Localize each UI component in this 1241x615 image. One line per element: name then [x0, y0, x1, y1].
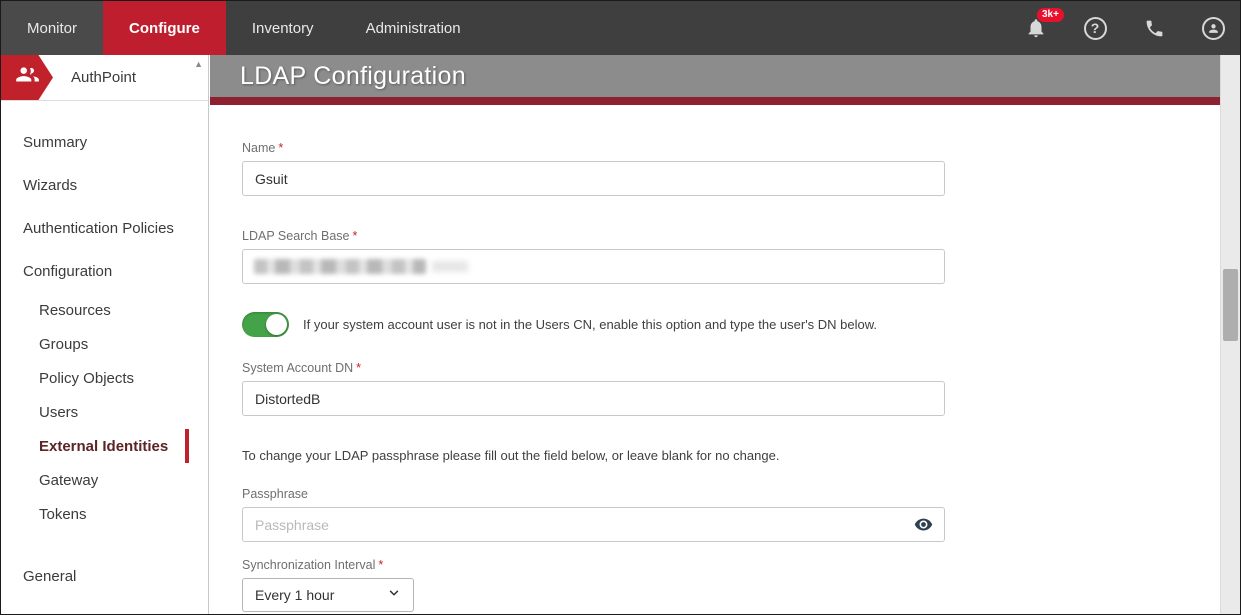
- nav-item-monitor[interactable]: Monitor: [1, 1, 103, 55]
- main-content: LDAP Configuration Name* LDAP Search Bas…: [210, 55, 1220, 614]
- system-account-dn-label: System Account DN*: [242, 361, 1220, 375]
- passphrase-note: To change your LDAP passphrase please fi…: [242, 448, 1220, 463]
- search-base-input[interactable]: [242, 249, 945, 284]
- sidebar-item-configuration[interactable]: Configuration: [1, 250, 208, 293]
- people-icon: [14, 62, 40, 93]
- chevron-down-icon: [387, 586, 401, 605]
- help-button[interactable]: ?: [1082, 15, 1108, 41]
- nav-item-inventory[interactable]: Inventory: [226, 1, 340, 55]
- help-icon: ?: [1084, 17, 1107, 40]
- show-passphrase-button[interactable]: [914, 515, 933, 539]
- passphrase-label-text: Passphrase: [242, 487, 308, 501]
- search-base-field-block: LDAP Search Base*: [242, 229, 1220, 284]
- sidebar-item-users[interactable]: Users: [1, 395, 208, 429]
- phone-icon: [1144, 18, 1165, 39]
- sidebar-item-policy-objects[interactable]: Policy Objects: [1, 361, 208, 395]
- name-field-block: Name*: [242, 141, 1220, 196]
- account-button[interactable]: [1200, 15, 1226, 41]
- required-marker: *: [278, 141, 283, 155]
- sidebar: AuthPoint ▲ Summary Wizards Authenticati…: [1, 55, 209, 614]
- eye-icon: [914, 521, 933, 538]
- toggle-description: If your system account user is not in th…: [303, 317, 877, 332]
- ldap-form: Name* LDAP Search Base* If your syst: [210, 105, 1220, 612]
- top-nav: Monitor Configure Inventory Administrati…: [1, 1, 1240, 55]
- header-accent-strip: [210, 97, 1220, 105]
- passphrase-input[interactable]: [242, 507, 945, 542]
- sync-interval-value: Every 1 hour: [255, 587, 334, 603]
- app-window: Monitor Configure Inventory Administrati…: [0, 0, 1241, 615]
- sync-interval-label-text: Synchronization Interval: [242, 558, 375, 572]
- sidebar-item-tokens[interactable]: Tokens: [1, 497, 208, 531]
- system-account-dn-field-block: System Account DN*: [242, 361, 1220, 416]
- sidebar-item-authentication-policies[interactable]: Authentication Policies: [1, 207, 208, 250]
- passphrase-label: Passphrase: [242, 487, 1220, 501]
- sidebar-nav: Summary Wizards Authentication Policies …: [1, 101, 208, 598]
- contact-button[interactable]: [1141, 15, 1167, 41]
- sidebar-item-resources[interactable]: Resources: [1, 293, 208, 327]
- nav-item-configure[interactable]: Configure: [103, 1, 226, 55]
- nav-icon-group: 3k+ ?: [1023, 1, 1226, 55]
- sidebar-brand: AuthPoint ▲: [1, 55, 208, 101]
- notifications-button[interactable]: 3k+: [1023, 15, 1049, 41]
- nav-item-administration[interactable]: Administration: [340, 1, 487, 55]
- system-account-dn-input[interactable]: [242, 381, 945, 416]
- scrollbar-thumb[interactable]: [1223, 269, 1238, 341]
- passphrase-field-block: Passphrase: [242, 487, 1220, 542]
- sidebar-item-gateway[interactable]: Gateway: [1, 463, 208, 497]
- sync-interval-field-block: Synchronization Interval* Every 1 hour: [242, 558, 1220, 612]
- sidebar-item-groups[interactable]: Groups: [1, 327, 208, 361]
- search-base-label-text: LDAP Search Base: [242, 229, 349, 243]
- toggle-knob: [266, 314, 287, 335]
- page-title: LDAP Configuration: [240, 62, 466, 91]
- authpoint-logo: [1, 55, 53, 100]
- notification-badge: 3k+: [1037, 8, 1064, 22]
- brand-name: AuthPoint: [71, 69, 136, 86]
- required-marker: *: [352, 229, 357, 243]
- required-marker: *: [378, 558, 383, 572]
- name-label: Name*: [242, 141, 1220, 155]
- system-account-toggle-row: If your system account user is not in th…: [242, 312, 1220, 337]
- sync-interval-select[interactable]: Every 1 hour: [242, 578, 414, 612]
- system-account-toggle[interactable]: [242, 312, 289, 337]
- sidebar-item-summary[interactable]: Summary: [1, 121, 208, 164]
- required-marker: *: [356, 361, 361, 375]
- name-input[interactable]: [242, 161, 945, 196]
- page-header: LDAP Configuration: [210, 55, 1220, 97]
- vertical-scrollbar[interactable]: [1220, 55, 1240, 614]
- name-label-text: Name: [242, 141, 275, 155]
- account-icon: [1202, 17, 1225, 40]
- system-account-dn-label-text: System Account DN: [242, 361, 353, 375]
- sidebar-item-wizards[interactable]: Wizards: [1, 164, 208, 207]
- sidebar-item-external-identities[interactable]: External Identities: [1, 429, 208, 463]
- sidebar-item-general[interactable]: General: [1, 555, 208, 598]
- sync-interval-label: Synchronization Interval*: [242, 558, 1220, 572]
- search-base-label: LDAP Search Base*: [242, 229, 1220, 243]
- scroll-up-icon[interactable]: ▲: [194, 59, 203, 69]
